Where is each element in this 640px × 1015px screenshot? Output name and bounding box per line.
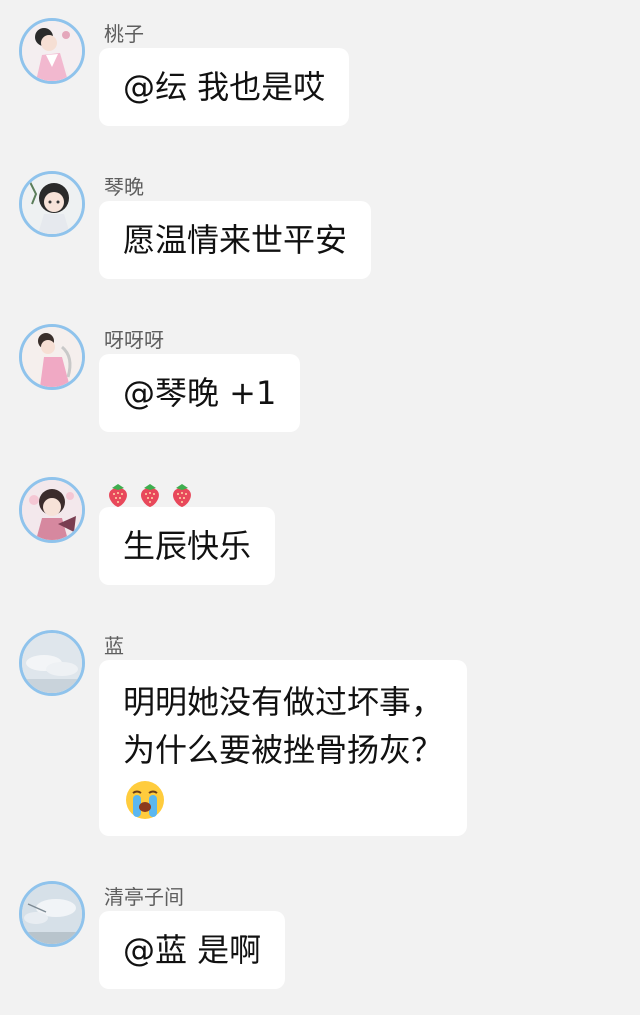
loudly-crying-face-icon [126,781,164,819]
avatar-girl-dark-hair-icon [22,174,82,234]
avatar-girl-pink-dress-icon [22,327,82,387]
message-bubble[interactable]: 生辰快乐 [99,507,276,585]
message-bubble[interactable]: 愿温情来世平安 [99,201,372,279]
message-line: 为什么要被挫骨扬灰？ [123,731,444,769]
avatar[interactable] [19,18,85,84]
avatar-girl-pink-robe-icon [22,21,82,81]
avatar[interactable] [19,881,85,947]
strawberry-icon [141,484,159,507]
message-bubble[interactable]: @纭 我也是哎 [99,48,350,126]
message-bubble[interactable]: 明明她没有做过坏事， 为什么要被挫骨扬灰？ [99,660,468,836]
avatar-sky-clouds-icon [22,633,82,693]
sender-name: 桃子 [104,22,144,46]
avatar[interactable] [19,324,85,390]
message-bubble[interactable]: @琴晚 +1 [99,354,301,432]
message-bubble[interactable]: @蓝 是啊 [99,911,286,989]
avatar-girl-fan-icon [22,480,82,540]
strawberry-icon [109,484,127,507]
avatar-sky-landscape-icon [22,884,82,944]
sender-name: 清亭子间 [104,885,184,909]
strawberry-icon [173,484,191,507]
avatar[interactable] [19,171,85,237]
avatar[interactable] [19,477,85,543]
sender-name [104,481,200,509]
sender-name: 琴晚 [104,175,144,199]
sender-name: 呀呀呀 [104,328,164,352]
message-line: 明明她没有做过坏事， [123,683,444,721]
sender-name: 蓝 [104,634,124,658]
avatar[interactable] [19,630,85,696]
